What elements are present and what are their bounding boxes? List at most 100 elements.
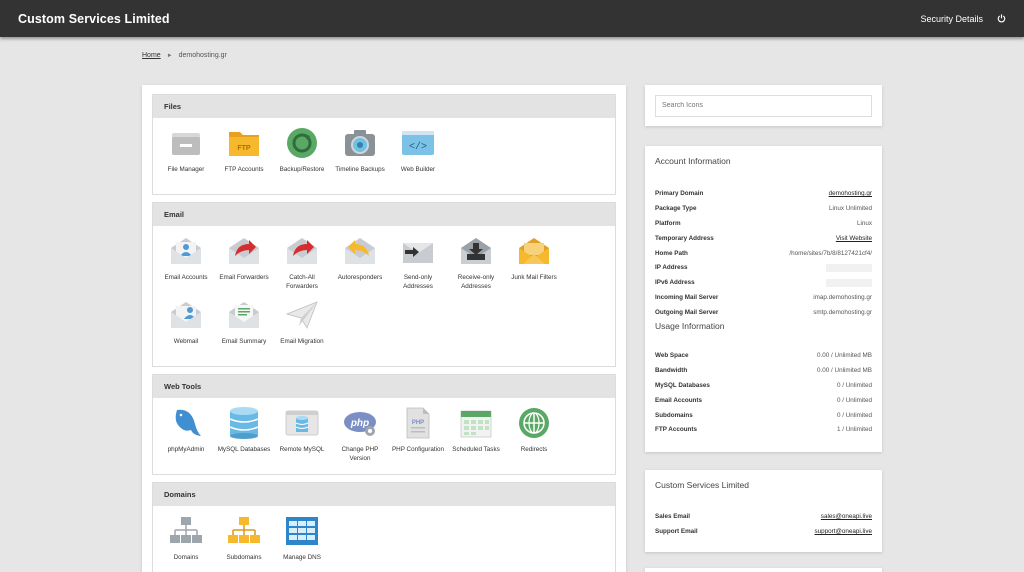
tile-label: Change PHP Version xyxy=(341,446,379,462)
junk-mail-filters-icon xyxy=(519,238,549,264)
usage-row-subdomains: Subdomains 0 / Unlimited xyxy=(655,408,872,423)
tile-label: Domains xyxy=(173,554,199,561)
web-builder-icon: </> xyxy=(402,131,434,155)
usage-row-mysql-databases: MySQL Databases 0 / Unlimited xyxy=(655,378,872,393)
info-value: 1 / Unlimited xyxy=(837,426,872,434)
tile-label: MySQL Databases xyxy=(217,446,271,453)
tile-autoresponders[interactable]: Autoresponders xyxy=(331,234,389,298)
tile-email-forwarders[interactable]: Email Forwarders xyxy=(215,234,273,298)
section-title: Email xyxy=(153,203,615,226)
info-value: 0.00 / Unlimited MB xyxy=(817,366,872,374)
info-row-platform: Platform Linux xyxy=(655,216,872,231)
tile-email-migration[interactable]: Email Migration xyxy=(273,298,331,362)
tile-label: File Manager xyxy=(167,166,205,173)
tile-label: Manage DNS xyxy=(283,554,321,561)
support-email-link[interactable]: support@oneapi.live xyxy=(814,528,872,535)
tile-label: Remote MySQL xyxy=(279,446,325,453)
tile-php-configuration[interactable]: PHP PHP Configuration xyxy=(389,406,447,470)
contact-card: Custom Services Limited Sales Email sale… xyxy=(645,470,882,552)
tile-label: Subdomains xyxy=(226,554,262,561)
backup-restore-icon xyxy=(287,128,317,158)
brand-name: Custom Services Limited xyxy=(18,11,170,26)
email-summary-icon xyxy=(229,302,259,328)
tile-ftp-accounts[interactable]: FTP FTP Accounts xyxy=(215,126,273,190)
tile-send-only-addresses[interactable]: Send-only Addresses xyxy=(389,234,447,298)
section-title: Domains xyxy=(153,483,615,506)
tile-label: Web Builder xyxy=(400,166,436,173)
visit-website-link[interactable]: Visit Website xyxy=(836,235,872,242)
tile-catch-all-forwarders[interactable]: Catch-All Forwarders xyxy=(273,234,331,298)
info-key: FTP Accounts xyxy=(655,426,697,434)
autoresponders-icon xyxy=(345,238,375,264)
info-value: imap.demohosting.gr xyxy=(813,294,872,302)
tile-junk-mail-filters[interactable]: Junk Mail Filters xyxy=(505,234,563,298)
tile-webmail[interactable]: Webmail xyxy=(157,298,215,362)
email-accounts-icon xyxy=(171,238,201,264)
info-row-incoming-mail: Incoming Mail Server imap.demohosting.gr xyxy=(655,290,872,305)
tile-label: FTP Accounts xyxy=(224,166,264,173)
tile-label: phpMyAdmin xyxy=(167,446,205,453)
tile-label: Email Migration xyxy=(280,338,324,345)
catch-all-forwarders-icon xyxy=(287,238,317,264)
php-configuration-icon: PHP xyxy=(406,407,430,439)
contact-row-sales: Sales Email sales@oneapi.live xyxy=(655,509,872,524)
info-key: Web Space xyxy=(655,351,689,359)
tile-web-builder[interactable]: </> Web Builder xyxy=(389,126,447,190)
tile-remote-mysql[interactable]: Remote MySQL xyxy=(273,406,331,470)
tile-email-accounts[interactable]: Email Accounts xyxy=(157,234,215,298)
paper-plane-icon xyxy=(285,301,318,329)
tile-scheduled-tasks[interactable]: Scheduled Tasks xyxy=(447,406,505,470)
primary-domain-link[interactable]: demohosting.gr xyxy=(829,190,872,197)
tile-subdomains[interactable]: Subdomains xyxy=(215,514,273,572)
usage-row-email-accounts: Email Accounts 0 / Unlimited xyxy=(655,393,872,408)
info-value: smtp.demohosting.gr xyxy=(813,309,872,317)
info-value: Linux Unlimited xyxy=(828,204,872,212)
camera-icon xyxy=(345,130,375,156)
info-key: Bandwidth xyxy=(655,366,688,374)
section-title: Web Tools xyxy=(153,375,615,398)
info-value: 0 / Unlimited xyxy=(837,381,872,389)
tile-timeline-backups[interactable]: Timeline Backups xyxy=(331,126,389,190)
tile-receive-only-addresses[interactable]: Receive-only Addresses xyxy=(447,234,505,298)
tile-label: Timeline Backups xyxy=(335,166,385,173)
tile-email-summary[interactable]: Email Summary xyxy=(215,298,273,362)
search-icons-input[interactable] xyxy=(655,94,872,117)
tile-label: Scheduled Tasks xyxy=(452,446,500,453)
tile-label: Backup/Restore xyxy=(279,166,325,173)
logout-power-icon[interactable] xyxy=(997,14,1006,23)
info-value: 0.00 / Unlimited MB xyxy=(817,351,872,359)
subdomains-sitemap-icon xyxy=(228,517,260,543)
security-details-link[interactable]: Security Details xyxy=(920,14,983,24)
ip-address-redacted xyxy=(826,263,872,272)
section-web-tools: Web Tools phpMyAdmin MySQL Databases Rem… xyxy=(152,374,616,475)
info-key: Home Path xyxy=(655,249,688,257)
send-only-icon xyxy=(403,243,433,263)
tile-manage-dns[interactable]: Manage DNS xyxy=(273,514,331,572)
tile-change-php-version[interactable]: php Change PHP Version xyxy=(331,406,389,470)
info-key: Email Accounts xyxy=(655,396,703,404)
tile-phpmyadmin[interactable]: phpMyAdmin xyxy=(157,406,215,470)
tile-label: Email Accounts xyxy=(164,274,208,281)
tile-domains[interactable]: Domains xyxy=(157,514,215,572)
breadcrumb-current: demohosting.gr xyxy=(178,52,227,59)
info-value: 0 / Unlimited xyxy=(837,396,872,404)
account-info-title: Account Information xyxy=(655,156,731,166)
breadcrumb-home-link[interactable]: Home xyxy=(142,52,161,59)
info-key: Outgoing Mail Server xyxy=(655,309,719,317)
info-key: Support Email xyxy=(655,527,698,535)
svg-text:</>: </> xyxy=(409,141,427,153)
info-key: IP Address xyxy=(655,264,688,272)
usage-info-title: Usage Information xyxy=(655,321,725,332)
info-key: IPv6 Address xyxy=(655,279,695,287)
tile-file-manager[interactable]: File Manager xyxy=(157,126,215,190)
tile-mysql-databases[interactable]: MySQL Databases xyxy=(215,406,273,470)
tile-backup-restore[interactable]: Backup/Restore xyxy=(273,126,331,190)
info-row-package-type: Package Type Linux Unlimited xyxy=(655,201,872,216)
section-email: Email Email Accounts Email Forwarders Ca… xyxy=(152,202,616,367)
breadcrumb-separator-icon: ► xyxy=(166,52,173,59)
tile-redirects[interactable]: Redirects xyxy=(505,406,563,470)
sales-email-link[interactable]: sales@oneapi.live xyxy=(821,513,872,520)
database-icon xyxy=(229,407,259,439)
email-forwarders-icon xyxy=(229,238,259,264)
tile-label: Webmail xyxy=(173,338,199,345)
